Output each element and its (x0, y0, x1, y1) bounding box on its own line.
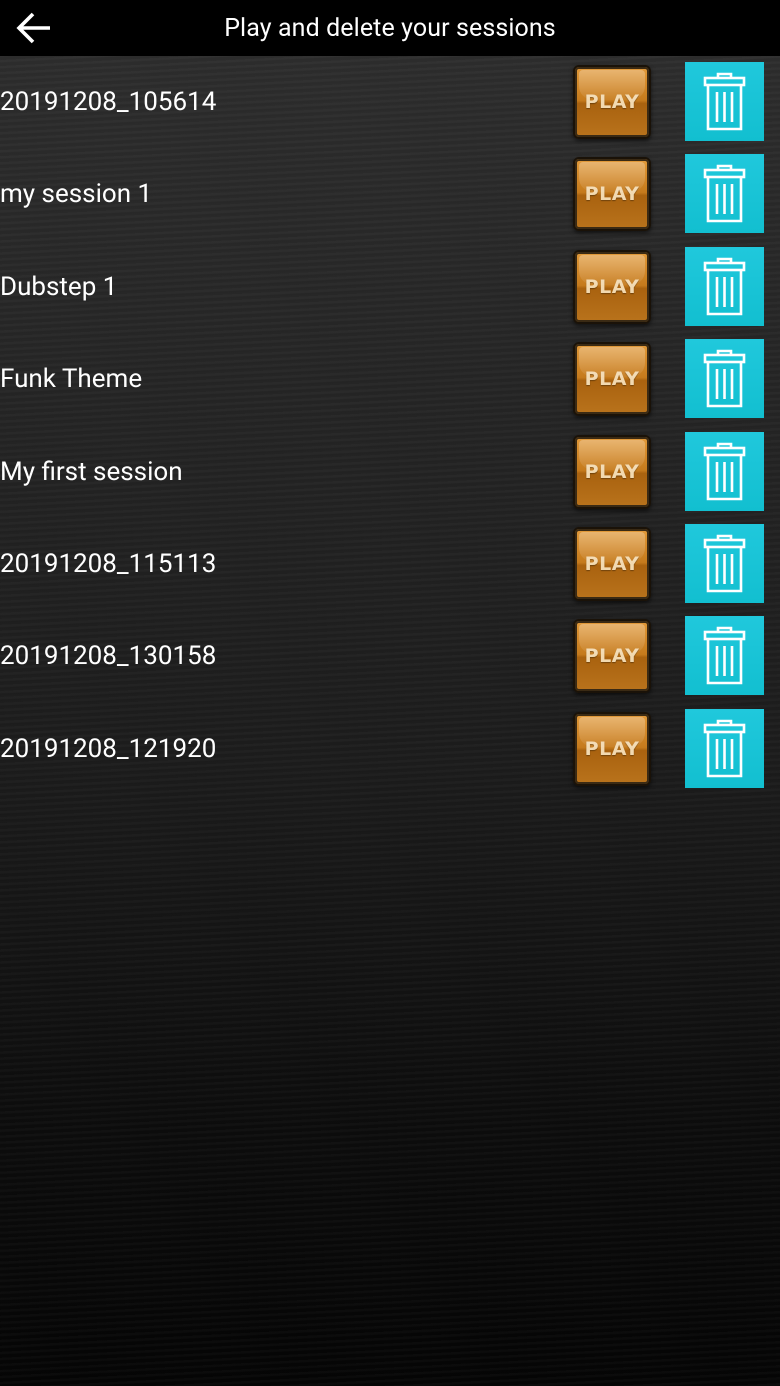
sessions-screen: Play and delete your sessions 20191208_1… (0, 0, 780, 1386)
trash-icon (703, 534, 746, 593)
session-row: Funk Theme PLAY (0, 333, 780, 425)
session-name: 20191208_130158 (0, 641, 217, 672)
session-row: Dubstep 1 PLAY (0, 241, 780, 333)
session-row: my session 1 PLAY (0, 148, 780, 240)
play-button[interactable]: PLAY (573, 342, 651, 417)
session-name: 20191208_105614 (0, 87, 217, 117)
delete-button[interactable] (685, 523, 764, 603)
trash-icon (703, 719, 746, 778)
delete-button[interactable] (685, 708, 764, 788)
trash-icon (703, 627, 746, 685)
session-name: 20191208_115113 (0, 548, 217, 579)
play-button[interactable]: PLAY (573, 619, 651, 694)
delete-button[interactable] (685, 616, 764, 696)
session-name: My first session (0, 456, 183, 487)
session-name: my session 1 (0, 179, 153, 210)
delete-button[interactable] (685, 431, 764, 511)
toolbar: Play and delete your sessions (0, 0, 780, 56)
page-title: Play and delete your sessions (224, 14, 556, 43)
delete-button[interactable] (685, 246, 764, 326)
play-button[interactable]: PLAY (573, 65, 651, 139)
session-row: 20191208_130158 PLAY (0, 610, 780, 702)
delete-button[interactable] (685, 154, 764, 234)
session-row: 20191208_105614 PLAY (0, 56, 780, 148)
play-button[interactable]: PLAY (573, 711, 651, 786)
session-row: My first session PLAY (0, 426, 780, 518)
delete-button[interactable] (685, 339, 764, 419)
session-list: 20191208_105614 PLAY my session 1 PLAY D… (0, 56, 780, 795)
trash-icon (703, 72, 746, 131)
play-button[interactable]: PLAY (573, 157, 651, 232)
session-name: Funk Theme (0, 364, 143, 395)
session-name: 20191208_121920 (0, 733, 217, 764)
play-button[interactable]: PLAY (573, 249, 651, 324)
play-button[interactable]: PLAY (573, 526, 651, 601)
trash-icon (703, 442, 746, 500)
trash-icon (703, 257, 746, 316)
session-row: 20191208_115113 PLAY (0, 518, 780, 610)
session-row: 20191208_121920 PLAY (0, 703, 780, 795)
session-name: Dubstep 1 (0, 271, 118, 302)
trash-icon (703, 349, 746, 408)
play-button[interactable]: PLAY (573, 434, 651, 509)
delete-button[interactable] (685, 62, 764, 141)
trash-icon (703, 165, 746, 223)
